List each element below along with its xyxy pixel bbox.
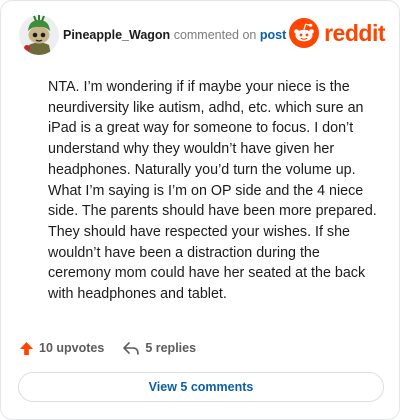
snoo-avatar-icon: [19, 15, 59, 55]
comment-body: NTA. I’m wondering if if maybe your niec…: [48, 79, 377, 303]
reply-count: 5 replies: [145, 341, 197, 355]
username-link[interactable]: Pineapple_Wagon: [63, 28, 170, 42]
upvote-count: 10 upvotes: [39, 341, 105, 355]
commented-on-text: commented on: [173, 28, 257, 42]
reddit-wordmark: reddit: [324, 20, 385, 46]
avatar[interactable]: [19, 15, 59, 55]
comment-header: Pineapple_Wagon commented on post reddit: [19, 15, 385, 55]
comment-card: Pineapple_Wagon commented on post reddit…: [0, 0, 400, 420]
post-link[interactable]: post: [260, 28, 286, 42]
reply-arrow-icon: [123, 341, 140, 355]
reddit-snoo-icon: [289, 18, 320, 48]
view-comments-button[interactable]: View 5 comments: [18, 372, 384, 402]
reddit-logo[interactable]: reddit: [289, 18, 385, 48]
replies-button[interactable]: 5 replies: [122, 341, 196, 356]
upvote-arrow-icon: [19, 341, 34, 355]
upvote-button[interactable]: 10 upvotes: [19, 341, 104, 356]
byline: Pineapple_Wagon commented on post: [63, 27, 286, 43]
comment-actions: 10 upvotes 5 replies: [19, 338, 196, 358]
